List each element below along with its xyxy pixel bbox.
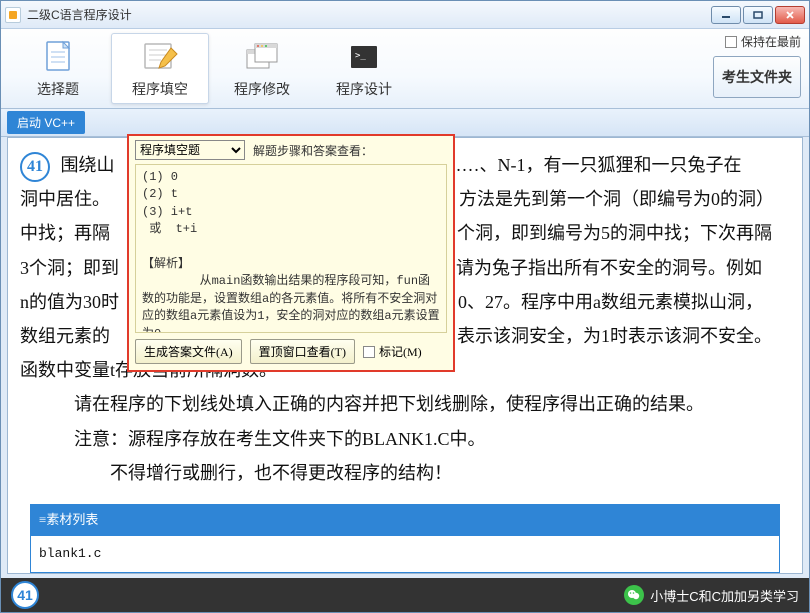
credit-text: 小博士C和C加加另类学习 <box>650 586 799 605</box>
tab-modify-program[interactable]: 程序修改 <box>213 33 311 104</box>
button-label: 生成答案文件(A) <box>144 345 233 359</box>
text: 洞中居住。 <box>20 189 110 209</box>
material-list: ≡素材列表 blank1.c <box>30 504 780 573</box>
checkbox-icon <box>725 36 737 48</box>
titlebar: 二级C语言程序设计 <box>1 1 809 29</box>
edit-document-icon <box>140 39 180 75</box>
tab-design-program[interactable]: >_ 程序设计 <box>315 33 413 104</box>
tab-fill-blank[interactable]: 程序填空 <box>111 33 209 104</box>
page-number-badge[interactable]: 41 <box>11 581 39 609</box>
maximize-button[interactable] <box>743 6 773 24</box>
text: 个洞，即到编号为5的洞中找；下次再隔 <box>457 223 772 243</box>
tab-label: 程序修改 <box>234 79 290 99</box>
folder-label: 考生文件夹 <box>722 69 792 85</box>
sub-toolbar: 启动 VC++ <box>1 109 809 137</box>
window-title: 二级C语言程序设计 <box>27 6 711 23</box>
footer: 41 小博士C和C加加另类学习 <box>1 578 809 612</box>
main-toolbar: 选择题 程序填空 程序修改 >_ 程序设计 保持在最前 <box>1 29 809 109</box>
toolbar-right: 保持在最前 考生文件夹 <box>711 29 803 108</box>
tab-select-question[interactable]: 选择题 <box>9 33 107 104</box>
keep-on-top-checkbox[interactable]: 保持在最前 <box>725 33 801 50</box>
document-icon <box>38 39 78 75</box>
answer-popup: 程序填空题 解题步骤和答案查看： (1) 0 (2) t (3) i+t 或 t… <box>127 134 455 372</box>
generate-answer-button[interactable]: 生成答案文件(A) <box>135 339 242 364</box>
launch-vc-label: 启动 VC++ <box>17 116 75 130</box>
view-on-top-button[interactable]: 置顶窗口查看(T) <box>250 339 355 364</box>
launch-vc-button[interactable]: 启动 VC++ <box>7 111 85 134</box>
text: n的值为30时 <box>20 292 119 312</box>
text: 数组元素的 <box>20 326 110 346</box>
terminal-icon: >_ <box>344 39 384 75</box>
text: 请在程序的下划线处填入正确的内容并把下划线删除，使程序得出正确的结果。 <box>20 387 790 421</box>
candidate-folder-button[interactable]: 考生文件夹 <box>713 56 801 98</box>
mark-checkbox[interactable]: 标记(M) <box>363 343 422 360</box>
wechat-icon <box>624 585 644 605</box>
svg-text:>_: >_ <box>355 51 366 61</box>
text: 表示该洞安全，为1时表示该洞不安全。 <box>457 326 772 346</box>
question-type-select[interactable]: 程序填空题 <box>135 140 245 160</box>
checkbox-icon <box>363 346 375 358</box>
text: 请为兔子指出所有不安全的洞号。例如 <box>456 258 762 278</box>
question-number: 41 <box>20 152 50 182</box>
tab-label: 程序设计 <box>336 79 392 99</box>
text: 围绕山 <box>61 155 115 175</box>
popup-footer: 生成答案文件(A) 置顶窗口查看(T) 标记(M) <box>129 333 453 370</box>
window-controls <box>711 6 805 24</box>
popup-header: 程序填空题 解题步骤和答案查看： <box>129 136 453 164</box>
text: 不得增行或删行，也不得更改程序的结构！ <box>20 456 790 490</box>
close-button[interactable] <box>775 6 805 24</box>
text: 注意：源程序存放在考生文件夹下的BLANK1.C中。 <box>20 422 790 456</box>
text: 中找；再隔 <box>20 223 110 243</box>
keep-top-label: 保持在最前 <box>741 33 801 50</box>
windows-icon <box>242 39 282 75</box>
popup-body[interactable]: (1) 0 (2) t (3) i+t 或 t+i 【解析】 从main函数输出… <box>135 164 447 333</box>
minimize-button[interactable] <box>711 6 741 24</box>
text: 0、27。程序中用a数组元素模拟山洞， <box>458 292 763 312</box>
app-icon <box>5 7 21 23</box>
app-window: 二级C语言程序设计 选择题 程序填空 <box>0 0 810 613</box>
material-file[interactable]: blank1.c <box>31 536 779 573</box>
button-label: 置顶窗口查看(T) <box>259 345 346 359</box>
material-header: ≡素材列表 <box>31 505 779 536</box>
tab-label: 程序填空 <box>132 79 188 99</box>
text: 3个洞；即到 <box>20 258 119 278</box>
popup-label: 解题步骤和答案查看： <box>253 142 373 159</box>
mark-label: 标记(M) <box>379 343 422 360</box>
text: ……、N-1，有一只狐狸和一只兔子在 <box>444 155 742 175</box>
text: 方法是先到第一个洞（即编号为0的洞） <box>459 189 774 209</box>
tab-label: 选择题 <box>37 79 79 99</box>
